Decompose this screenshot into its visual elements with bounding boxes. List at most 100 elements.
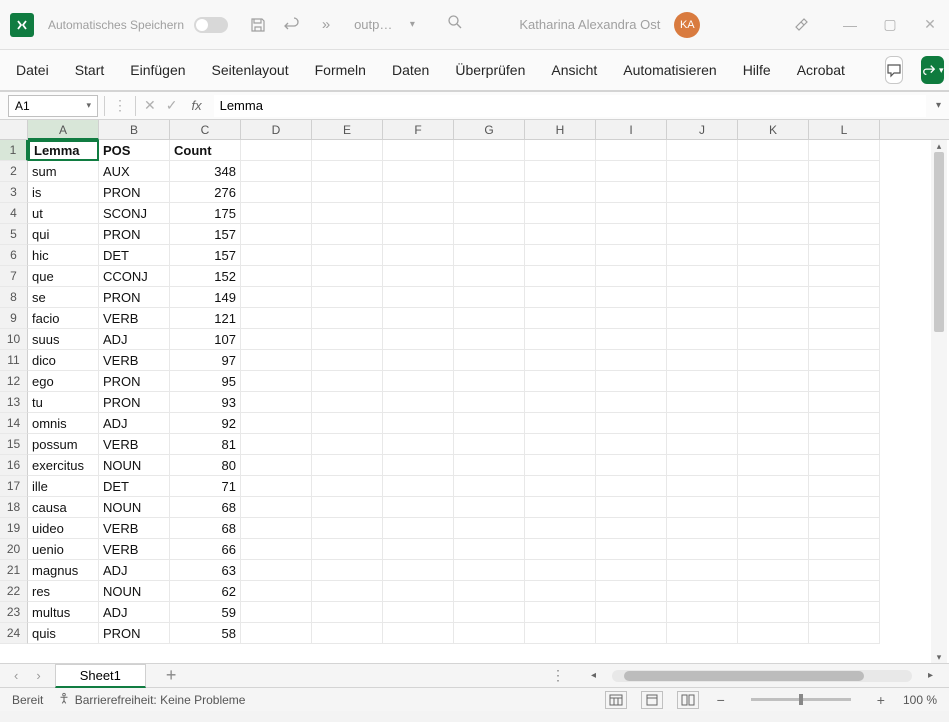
empty-cell[interactable] — [596, 623, 667, 644]
cell-count[interactable]: 152 — [170, 266, 241, 287]
more-qat-icon[interactable]: » — [316, 15, 336, 35]
cell-lemma[interactable]: res — [28, 581, 99, 602]
formula-input[interactable] — [214, 95, 926, 117]
empty-cell[interactable] — [525, 455, 596, 476]
empty-cell[interactable] — [667, 539, 738, 560]
empty-cell[interactable] — [241, 350, 312, 371]
search-icon[interactable] — [447, 14, 463, 35]
normal-view-button[interactable] — [605, 691, 627, 709]
empty-cell[interactable] — [809, 308, 880, 329]
empty-cell[interactable] — [241, 560, 312, 581]
empty-cell[interactable] — [667, 287, 738, 308]
empty-cell[interactable] — [809, 140, 880, 161]
cell-B1[interactable]: POS — [99, 140, 170, 161]
empty-cell[interactable] — [525, 434, 596, 455]
tab-formeln[interactable]: Formeln — [311, 56, 370, 84]
empty-cell[interactable] — [525, 245, 596, 266]
cell-lemma[interactable]: multus — [28, 602, 99, 623]
empty-cell[interactable] — [241, 371, 312, 392]
empty-cell[interactable] — [454, 476, 525, 497]
empty-cell[interactable] — [383, 245, 454, 266]
empty-cell[interactable] — [525, 161, 596, 182]
zoom-level[interactable]: 100 % — [903, 693, 937, 707]
save-icon[interactable] — [248, 15, 268, 35]
cell-count[interactable]: 62 — [170, 581, 241, 602]
col-header-E[interactable]: E — [312, 120, 383, 140]
empty-cell[interactable] — [312, 161, 383, 182]
empty-cell[interactable] — [241, 224, 312, 245]
empty-cell[interactable] — [383, 161, 454, 182]
empty-cell[interactable] — [454, 602, 525, 623]
col-header-G[interactable]: G — [454, 120, 525, 140]
col-header-D[interactable]: D — [241, 120, 312, 140]
empty-cell[interactable] — [312, 434, 383, 455]
empty-cell[interactable] — [738, 308, 809, 329]
empty-cell[interactable] — [738, 413, 809, 434]
close-button[interactable]: ✕ — [921, 16, 939, 33]
empty-cell[interactable] — [525, 518, 596, 539]
empty-cell[interactable] — [596, 518, 667, 539]
empty-cell[interactable] — [738, 245, 809, 266]
cell-pos[interactable]: VERB — [99, 350, 170, 371]
empty-cell[interactable] — [525, 497, 596, 518]
empty-cell[interactable] — [241, 455, 312, 476]
hscroll-right-icon[interactable]: ▸ — [922, 670, 939, 681]
cell-pos[interactable]: PRON — [99, 623, 170, 644]
expand-formula-icon[interactable]: ▾ — [936, 100, 941, 111]
row-header[interactable]: 19 — [0, 518, 28, 539]
avatar[interactable]: KA — [674, 12, 700, 38]
empty-cell[interactable] — [312, 539, 383, 560]
empty-cell[interactable] — [809, 602, 880, 623]
row-header[interactable]: 5 — [0, 224, 28, 245]
empty-cell[interactable] — [596, 413, 667, 434]
empty-cell[interactable] — [738, 455, 809, 476]
empty-cell[interactable] — [454, 329, 525, 350]
page-layout-view-button[interactable] — [641, 691, 663, 709]
share-button[interactable]: ▾ — [921, 56, 945, 84]
empty-cell[interactable] — [809, 224, 880, 245]
empty-cell[interactable] — [241, 182, 312, 203]
col-header-A[interactable]: A — [28, 120, 99, 140]
empty-cell[interactable] — [738, 476, 809, 497]
cell-count[interactable]: 157 — [170, 245, 241, 266]
empty-cell[interactable] — [738, 182, 809, 203]
empty-cell[interactable] — [525, 413, 596, 434]
empty-cell[interactable] — [454, 413, 525, 434]
cell-count[interactable]: 97 — [170, 350, 241, 371]
empty-cell[interactable] — [312, 266, 383, 287]
empty-cell[interactable] — [383, 623, 454, 644]
empty-cell[interactable] — [525, 203, 596, 224]
empty-cell[interactable] — [525, 329, 596, 350]
empty-cell[interactable] — [525, 224, 596, 245]
sheet-tab-sheet1[interactable]: Sheet1 — [55, 664, 146, 688]
empty-cell[interactable] — [312, 497, 383, 518]
empty-cell[interactable] — [312, 560, 383, 581]
empty-cell[interactable] — [596, 392, 667, 413]
empty-cell[interactable] — [809, 476, 880, 497]
empty-cell[interactable] — [667, 560, 738, 581]
empty-cell[interactable] — [525, 602, 596, 623]
cell-pos[interactable]: ADJ — [99, 602, 170, 623]
vertical-scrollbar[interactable]: ▴ ▾ — [931, 140, 947, 663]
empty-cell[interactable] — [667, 266, 738, 287]
empty-cell[interactable] — [596, 224, 667, 245]
empty-cell[interactable] — [241, 203, 312, 224]
cell-pos[interactable]: DET — [99, 476, 170, 497]
empty-cell[interactable] — [667, 350, 738, 371]
menu-dots-icon[interactable]: ⋮ — [111, 97, 129, 114]
col-header-I[interactable]: I — [596, 120, 667, 140]
empty-cell[interactable] — [241, 245, 312, 266]
empty-cell[interactable] — [738, 224, 809, 245]
cell-count[interactable]: 175 — [170, 203, 241, 224]
empty-cell[interactable] — [596, 245, 667, 266]
row-header[interactable]: 1 — [0, 140, 28, 161]
empty-cell[interactable] — [383, 308, 454, 329]
empty-cell[interactable] — [312, 203, 383, 224]
empty-cell[interactable] — [454, 581, 525, 602]
empty-cell[interactable] — [241, 140, 312, 161]
cell-lemma[interactable]: dico — [28, 350, 99, 371]
empty-cell[interactable] — [383, 602, 454, 623]
cell-pos[interactable]: VERB — [99, 308, 170, 329]
cell-pos[interactable]: NOUN — [99, 455, 170, 476]
tab-einfuegen[interactable]: Einfügen — [126, 56, 189, 84]
